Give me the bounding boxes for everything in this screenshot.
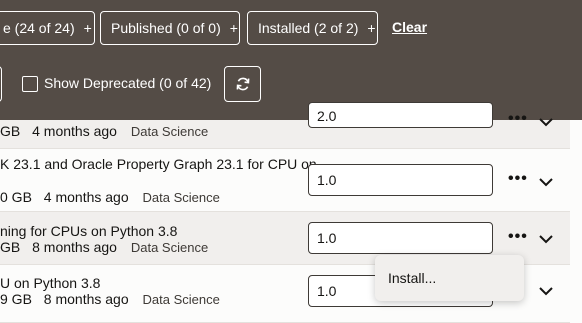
row-size: GB [0, 239, 21, 255]
refresh-icon [236, 77, 249, 91]
row-age: 8 months ago [43, 291, 129, 307]
more-actions-icon[interactable]: ••• [508, 228, 528, 246]
row-age: 8 months ago [32, 239, 117, 255]
row-age: 4 months ago [43, 189, 129, 205]
refresh-button[interactable] [224, 66, 261, 102]
row-meta: GB 8 months ago Data Science [0, 239, 208, 255]
row-size: GB [0, 123, 21, 139]
row-category: Data Science [130, 240, 209, 255]
row-meta: 9 GB 8 months ago Data Science [0, 291, 220, 307]
filter-chip-all-label: e (24 of 24) [3, 20, 75, 36]
plus-icon: + [229, 20, 238, 36]
clear-filters-link[interactable]: Clear [392, 19, 427, 35]
row-meta: 0 GB 4 months ago Data Science [0, 189, 220, 205]
more-actions-icon[interactable]: ••• [508, 110, 528, 128]
list-item: GB 4 months ago Data Science 2.0 ••• [0, 102, 570, 149]
show-deprecated-label: Show Deprecated (0 of 42) [44, 75, 212, 91]
plus-icon: + [367, 20, 376, 36]
row-actions-menu: Install... [375, 255, 524, 301]
filter-bar: e (24 of 24) + Published (0 of 0) + Inst… [0, 0, 582, 120]
filter-chip-installed-label: Installed (2 of 2) [258, 20, 359, 36]
version-value: 2.0 [317, 108, 337, 124]
row-title: K 23.1 and Oracle Property Graph 23.1 fo… [0, 156, 317, 172]
menu-item-install[interactable]: Install... [388, 270, 436, 286]
filter-chip-published-label: Published (0 of 0) [111, 20, 221, 36]
row-category: Data Science [142, 190, 220, 205]
row-title: ning for CPUs on Python 3.8 [0, 223, 178, 239]
row-meta: GB 4 months ago Data Science [0, 123, 208, 139]
chevron-down-icon[interactable] [538, 117, 554, 127]
version-value: 1.0 [317, 283, 337, 299]
row-size: 0 GB [0, 189, 32, 205]
row-category: Data Science [142, 292, 220, 307]
version-select[interactable]: 1.0 [308, 164, 493, 196]
row-age: 4 months ago [32, 123, 117, 139]
filter-chip-published[interactable]: Published (0 of 0) + [100, 11, 240, 45]
show-deprecated-checkbox[interactable] [22, 76, 38, 92]
more-actions-icon[interactable]: ••• [508, 170, 528, 188]
plus-icon: + [83, 20, 92, 36]
version-select[interactable]: 2.0 [308, 102, 493, 128]
row-title: U on Python 3.8 [0, 275, 101, 291]
filter-chip-installed[interactable]: Installed (2 of 2) + [247, 11, 378, 45]
chevron-down-icon[interactable] [538, 177, 554, 187]
row-category: Data Science [130, 124, 209, 139]
version-value: 1.0 [317, 230, 337, 246]
chevron-down-icon[interactable] [538, 286, 554, 296]
partial-button[interactable] [0, 66, 2, 102]
version-value: 1.0 [317, 172, 337, 188]
chevron-down-icon[interactable] [538, 234, 554, 244]
row-size: 9 GB [0, 291, 32, 307]
filter-chip-all[interactable]: e (24 of 24) + [0, 11, 95, 45]
list-item: K 23.1 and Oracle Property Graph 23.1 fo… [0, 149, 570, 212]
version-select[interactable]: 1.0 [308, 222, 493, 254]
